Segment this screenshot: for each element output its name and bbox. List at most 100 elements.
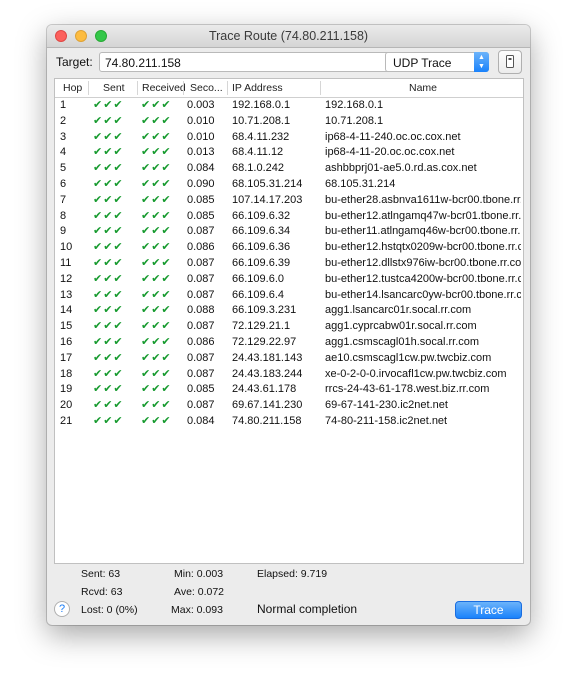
ip-cell: 68.4.11.12 — [232, 146, 284, 159]
table-row[interactable]: 21 ✔✔✔ ✔✔✔ 0.084 74.80.211.158 74-80-211-158.… — [55, 414, 523, 430]
seconds-cell: 0.090 — [187, 177, 215, 190]
name-cell: ashbbprj01-ae5.0.rd.as.cox.net — [325, 162, 477, 175]
ip-cell: 66.109.6.32 — [232, 209, 291, 222]
column-divider[interactable] — [137, 81, 138, 95]
col-hop[interactable]: Hop — [63, 82, 82, 94]
sent-checks: ✔✔✔ — [93, 383, 124, 396]
received-checks: ✔✔✔ — [141, 335, 172, 348]
trace-type-select[interactable]: UDP Trace ▲ ▼ — [385, 52, 489, 72]
hop-cell: 6 — [60, 177, 67, 190]
table-row[interactable]: 13 ✔✔✔ ✔✔✔ 0.087 66.109.6.4 bu-ether14.lsanca… — [55, 288, 523, 304]
table-row[interactable]: 5 ✔✔✔ ✔✔✔ 0.084 68.1.0.242 ashbbprj01-ae5.0.r… — [55, 161, 523, 177]
sent-checks: ✔✔✔ — [93, 320, 124, 333]
ip-cell: 68.4.11.232 — [232, 130, 290, 143]
ip-cell: 24.43.181.143 — [232, 351, 303, 364]
sent-checks: ✔✔✔ — [93, 130, 124, 143]
sent-checks: ✔✔✔ — [93, 209, 124, 222]
received-checks: ✔✔✔ — [141, 225, 172, 238]
table-row[interactable]: 1 ✔✔✔ ✔✔✔ 0.003 192.168.0.1 192.168.0.1 — [55, 98, 523, 114]
name-cell: ip68-4-11-20.oc.oc.cox.net — [325, 146, 455, 159]
received-checks: ✔✔✔ — [141, 256, 172, 269]
ip-cell: 69.67.141.230 — [232, 399, 303, 412]
received-checks: ✔✔✔ — [141, 288, 172, 301]
name-cell: 192.168.0.1 — [325, 99, 384, 111]
received-checks: ✔✔✔ — [141, 351, 172, 364]
stat-lost: Lost: 0 (0%) — [81, 604, 138, 616]
table-row[interactable]: 8 ✔✔✔ ✔✔✔ 0.085 66.109.6.32 bu-ether12.atlnga… — [55, 209, 523, 225]
sent-checks: ✔✔✔ — [93, 351, 124, 364]
seconds-cell: 0.088 — [187, 304, 215, 317]
table-row[interactable]: 12 ✔✔✔ ✔✔✔ 0.087 66.109.6.0 bu-ether12.tustca… — [55, 272, 523, 288]
received-checks: ✔✔✔ — [141, 399, 172, 412]
seconds-cell: 0.087 — [187, 351, 215, 364]
column-divider[interactable] — [183, 81, 184, 95]
column-divider[interactable] — [227, 81, 228, 95]
name-cell: agg1.lsancarc01r.socal.rr.com — [325, 304, 472, 317]
seconds-cell: 0.084 — [187, 162, 215, 175]
sent-checks: ✔✔✔ — [93, 114, 124, 127]
table-row[interactable]: 16 ✔✔✔ ✔✔✔ 0.086 72.129.22.97 agg1.csmscagl01… — [55, 335, 523, 351]
hop-cell: 4 — [60, 146, 67, 159]
table-row[interactable]: 18 ✔✔✔ ✔✔✔ 0.087 24.43.183.244 xe-0-2-0-0.irv… — [55, 367, 523, 383]
target-label: Target: — [56, 55, 93, 69]
col-sent[interactable]: Sent — [103, 82, 125, 94]
target-combobox[interactable]: 74.80.211.158 ▼ — [99, 52, 423, 72]
col-seconds[interactable]: Seco... — [190, 82, 223, 94]
col-name[interactable]: Name — [409, 82, 437, 94]
hop-cell: 15 — [60, 320, 73, 333]
col-received[interactable]: Received — [142, 82, 186, 94]
ip-cell: 24.43.61.178 — [232, 383, 297, 396]
name-cell: bu-ether12.atlngamq47w-bcr01.tbone.rr.co… — [325, 209, 521, 222]
table-row[interactable]: 11 ✔✔✔ ✔✔✔ 0.087 66.109.6.39 bu-ether12.dllst… — [55, 256, 523, 272]
sent-checks: ✔✔✔ — [93, 193, 124, 206]
document-copy-icon — [506, 55, 514, 68]
received-checks: ✔✔✔ — [141, 320, 172, 333]
seconds-cell: 0.010 — [187, 130, 215, 143]
table-row[interactable]: 20 ✔✔✔ ✔✔✔ 0.087 69.67.141.230 69-67-141-230.… — [55, 398, 523, 414]
received-checks: ✔✔✔ — [141, 304, 172, 317]
table-row[interactable]: 6 ✔✔✔ ✔✔✔ 0.090 68.105.31.214 68.105.31.214 — [55, 177, 523, 193]
trace-button[interactable]: Trace — [455, 601, 522, 619]
table-row[interactable]: 4 ✔✔✔ ✔✔✔ 0.013 68.4.11.12 ip68-4-11-20.oc.oc… — [55, 145, 523, 161]
help-button[interactable]: ? — [54, 601, 70, 617]
sent-checks: ✔✔✔ — [93, 241, 124, 254]
table-row[interactable]: 3 ✔✔✔ ✔✔✔ 0.010 68.4.11.232 ip68-4-11-240.oc.… — [55, 130, 523, 146]
stat-rcvd: Rcvd: 63 — [81, 586, 123, 598]
trace-route-window: Trace Route (74.80.211.158) Target: 74.8… — [47, 25, 530, 625]
table-row[interactable]: 15 ✔✔✔ ✔✔✔ 0.087 72.129.21.1 agg1.cyprcabw01r… — [55, 319, 523, 335]
stat-elapsed: Elapsed: 9.719 — [257, 568, 328, 580]
name-cell: bu-ether11.atlngamq46w-bcr00.tbone.rr.co… — [325, 225, 521, 238]
table-row[interactable]: 9 ✔✔✔ ✔✔✔ 0.087 66.109.6.34 bu-ether11.atlnga… — [55, 224, 523, 240]
seconds-cell: 0.013 — [187, 146, 215, 159]
received-checks: ✔✔✔ — [141, 146, 172, 159]
table-row[interactable]: 17 ✔✔✔ ✔✔✔ 0.087 24.43.181.143 ae10.csmscagl1… — [55, 351, 523, 367]
column-divider[interactable] — [320, 81, 321, 95]
hop-cell: 21 — [60, 414, 73, 427]
seconds-cell: 0.084 — [187, 414, 215, 427]
name-cell: ae10.csmscagl1cw.pw.twcbiz.com — [325, 351, 492, 364]
table-row[interactable]: 14 ✔✔✔ ✔✔✔ 0.088 66.109.3.231 agg1.lsancarc01… — [55, 303, 523, 319]
ip-cell: 10.71.208.1 — [232, 114, 291, 127]
table-row[interactable]: 7 ✔✔✔ ✔✔✔ 0.085 107.14.17.203 bu-ether28.asbn… — [55, 193, 523, 209]
name-cell: bu-ether14.lsancarc0yw-bcr00.tbone.rr.co… — [325, 288, 521, 301]
sent-checks: ✔✔✔ — [93, 177, 124, 190]
name-cell: rrcs-24-43-61-178.west.biz.rr.com — [325, 383, 490, 396]
seconds-cell: 0.085 — [187, 209, 215, 222]
received-checks: ✔✔✔ — [141, 272, 172, 285]
updown-chevron-icon[interactable]: ▲ ▼ — [474, 52, 489, 72]
sent-checks: ✔✔✔ — [93, 256, 124, 269]
sent-checks: ✔✔✔ — [93, 399, 124, 412]
hop-cell: 12 — [60, 272, 73, 285]
sent-checks: ✔✔✔ — [93, 367, 124, 380]
name-cell: xe-0-2-0-0.irvocafl1cw.pw.twcbiz.com — [325, 367, 507, 380]
column-divider[interactable] — [88, 81, 89, 95]
target-input[interactable]: 74.80.211.158 — [105, 56, 181, 70]
col-ip[interactable]: IP Address — [232, 82, 283, 94]
copy-button[interactable] — [498, 50, 522, 74]
received-checks: ✔✔✔ — [141, 99, 172, 111]
table-row[interactable]: 19 ✔✔✔ ✔✔✔ 0.085 24.43.61.178 rrcs-24-43-61-1… — [55, 382, 523, 398]
table-row[interactable]: 10 ✔✔✔ ✔✔✔ 0.086 66.109.6.36 bu-ether12.hstqt… — [55, 240, 523, 256]
hop-cell: 3 — [60, 130, 67, 143]
sent-checks: ✔✔✔ — [93, 304, 124, 317]
table-row[interactable]: 2 ✔✔✔ ✔✔✔ 0.010 10.71.208.1 10.71.208.1 — [55, 114, 523, 130]
